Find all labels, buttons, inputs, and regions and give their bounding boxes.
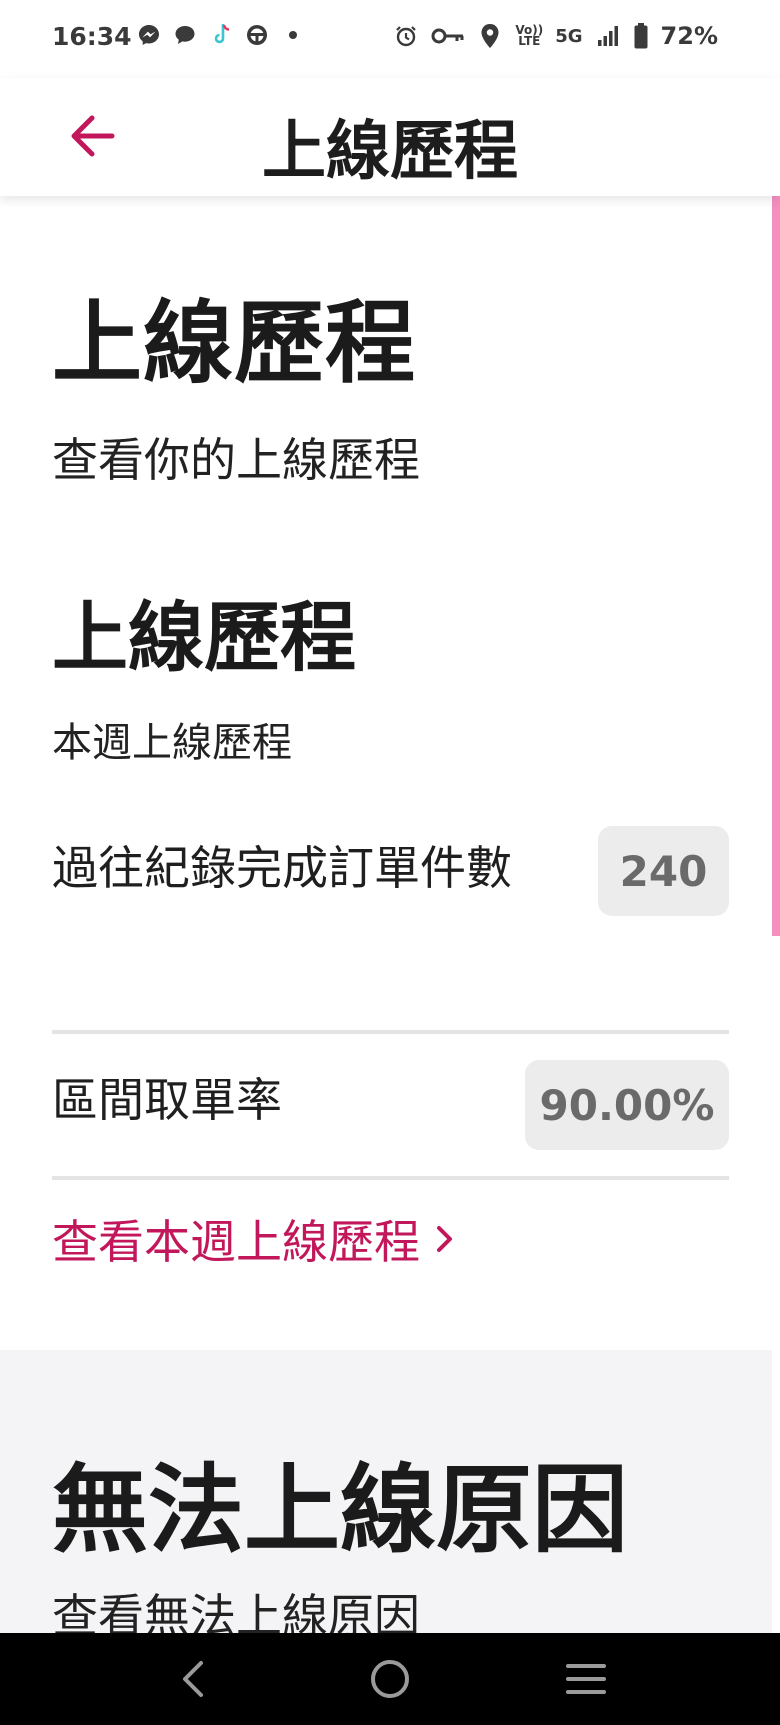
signal-icon <box>595 23 621 49</box>
location-icon <box>477 23 503 49</box>
chat-icon <box>172 22 198 48</box>
nav-recents-button[interactable] <box>554 1647 618 1711</box>
stat-value-badge: 240 <box>598 826 729 916</box>
page-header-title: 上線歷程 <box>262 115 518 189</box>
stat-value-badge: 90.00% <box>525 1060 729 1150</box>
offline-reasons-title: 無法上線原因 <box>52 1454 628 1566</box>
stat-label: 區間取單率 <box>52 1073 282 1127</box>
volte-icon: Vo)) LTE <box>515 24 543 48</box>
status-bar: 16:34 Vo)) LTE 5G 72% <box>0 0 780 78</box>
battery-icon <box>633 23 649 49</box>
section-title: 上線歷程 <box>52 593 356 682</box>
stat-label: 過往紀錄完成訂單件數 <box>52 841 512 895</box>
scroll-indicator[interactable] <box>772 196 780 936</box>
volte-bottom-text: LTE <box>518 34 541 48</box>
offline-reasons-subtitle: 查看無法上線原因 <box>52 1589 420 1633</box>
main-content[interactable]: 上線歷程 查看你的上線歷程 上線歷程 本週上線歷程 過往紀錄完成訂單件數 240… <box>0 196 772 1633</box>
system-icons: Vo)) LTE 5G 72% <box>393 22 718 50</box>
divider <box>52 1030 729 1034</box>
section-subtitle: 本週上線歷程 <box>52 720 292 766</box>
key-icon <box>431 23 465 49</box>
stat-row-completed-orders: 過往紀錄完成訂單件數 240 <box>52 826 729 1226</box>
page-title: 上線歷程 <box>52 291 416 396</box>
app-bar: 上線歷程 <box>0 78 780 196</box>
nav-back-button[interactable] <box>162 1647 226 1711</box>
status-time: 16:34 <box>52 22 132 51</box>
divider <box>52 1176 729 1180</box>
link-label: 查看本週上線歷程 <box>52 1215 420 1269</box>
messenger-icon <box>136 22 162 48</box>
network-type: 5G <box>555 25 583 47</box>
nav-recents-icon <box>566 1664 606 1694</box>
nav-home-button[interactable] <box>358 1647 422 1711</box>
view-weekly-history-link[interactable]: 查看本週上線歷程 <box>52 1206 456 1272</box>
system-nav-bar <box>0 1633 780 1725</box>
tiktok-icon <box>208 22 234 48</box>
steering-wheel-icon <box>244 22 270 48</box>
dot-icon <box>280 22 306 48</box>
alarm-icon <box>393 23 419 49</box>
battery-percent: 72% <box>660 22 718 50</box>
nav-back-icon <box>183 1661 203 1697</box>
nav-home-icon <box>371 1660 409 1698</box>
notification-icons <box>136 22 306 48</box>
chevron-right-icon <box>437 1226 452 1252</box>
page-subtitle: 查看你的上線歷程 <box>52 433 420 487</box>
